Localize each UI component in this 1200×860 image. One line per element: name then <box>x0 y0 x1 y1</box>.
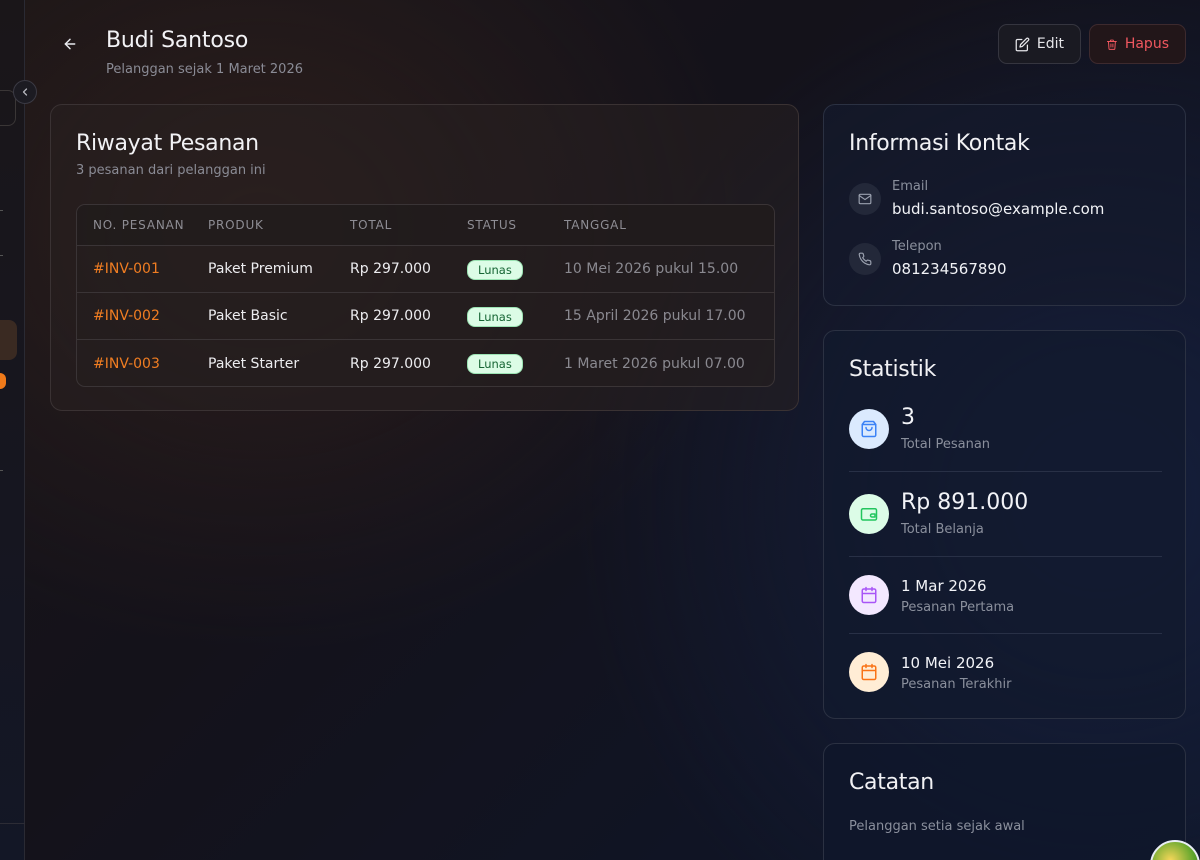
order-date: 10 Mei 2026 pukul 15.00 <box>564 261 739 277</box>
orders-table: NO. PESANAN PRODUK TOTAL STATUS TANGGAL … <box>76 204 775 387</box>
order-history-description: 3 pesanan dari pelanggan ini <box>76 163 266 178</box>
sidebar-tick <box>0 210 3 211</box>
status-badge: Lunas <box>467 354 523 374</box>
column-header: STATUS <box>467 218 517 232</box>
trash-icon <box>1106 39 1117 50</box>
page-subtitle: Pelanggan sejak 1 Maret 2026 <box>106 62 303 77</box>
divider <box>849 471 1162 472</box>
back-button[interactable] <box>56 30 84 58</box>
order-total: Rp 297.000 <box>350 355 431 372</box>
calendar-icon <box>849 575 889 615</box>
sidebar-collapse-button[interactable] <box>13 80 37 104</box>
order-id-link[interactable]: #INV-002 <box>77 308 208 324</box>
mail-icon <box>849 183 881 215</box>
order-history-card: Riwayat Pesanan 3 pesanan dari pelanggan… <box>50 104 799 411</box>
column-header: TOTAL <box>350 218 393 232</box>
statistics-card: Statistik 3 Total Pesanan Rp 891.000 Tot… <box>823 330 1186 719</box>
email-label: Email <box>892 179 929 194</box>
divider <box>849 556 1162 557</box>
sidebar-notification-dot <box>0 373 6 389</box>
stat-value: 3 <box>901 405 915 430</box>
calendar-icon <box>849 652 889 692</box>
sidebar <box>0 0 25 860</box>
order-product: Paket Starter <box>208 355 300 372</box>
table-header: NO. PESANAN PRODUK TOTAL STATUS TANGGAL <box>77 205 774 246</box>
edit-icon <box>1015 37 1030 51</box>
page-title: Budi Santoso <box>106 28 249 53</box>
sidebar-divider <box>0 823 25 824</box>
order-date: 1 Maret 2026 pukul 07.00 <box>564 355 745 372</box>
order-status-cell: Lunas <box>467 306 564 327</box>
delete-button[interactable]: Hapus <box>1089 24 1186 64</box>
shopping-bag-icon <box>849 409 889 449</box>
table-row[interactable]: #INV-002 Paket Basic Rp 297.000 Lunas 15… <box>77 293 774 340</box>
sidebar-item-active[interactable] <box>0 320 17 360</box>
column-header: TANGGAL <box>564 218 627 232</box>
contact-info-card: Informasi Kontak Email budi.santoso@exam… <box>823 104 1186 306</box>
stat-label: Total Belanja <box>901 522 984 537</box>
statistics-title: Statistik <box>849 357 937 382</box>
stat-label: Pesanan Pertama <box>901 600 1015 615</box>
order-id-link[interactable]: #INV-003 <box>77 356 208 372</box>
stat-label: Total Pesanan <box>901 437 991 452</box>
chevron-left-icon <box>22 88 28 96</box>
notes-text: Pelanggan setia sejak awal <box>849 819 1025 834</box>
edit-button[interactable]: Edit <box>998 24 1081 64</box>
stat-value: 1 Mar 2026 <box>901 577 987 595</box>
column-header: PRODUK <box>208 218 264 232</box>
order-total: Rp 297.000 <box>350 308 431 324</box>
notes-title: Catatan <box>849 770 934 795</box>
divider <box>849 633 1162 634</box>
table-row[interactable]: #INV-001 Paket Premium Rp 297.000 Lunas … <box>77 246 774 293</box>
phone-icon <box>849 243 881 275</box>
phone-label: Telepon <box>892 239 942 254</box>
order-product: Paket Basic <box>208 308 288 324</box>
contact-info-title: Informasi Kontak <box>849 131 1030 156</box>
order-date: 15 April 2026 pukul 17.00 <box>564 308 746 324</box>
wallet-icon <box>849 494 889 534</box>
email-value[interactable]: budi.santoso@example.com <box>892 200 1104 218</box>
delete-button-label: Hapus <box>1124 36 1169 52</box>
stat-value: Rp 891.000 <box>901 490 1029 515</box>
order-history-title: Riwayat Pesanan <box>76 131 259 156</box>
sidebar-tick <box>0 255 3 256</box>
status-badge: Lunas <box>467 306 523 327</box>
stat-value: 10 Mei 2026 <box>901 654 995 672</box>
sidebar-tick <box>0 470 3 471</box>
edit-button-label: Edit <box>1036 36 1064 52</box>
order-status-cell: Lunas <box>467 353 564 374</box>
arrow-left-icon <box>64 38 76 50</box>
table-row[interactable]: #INV-003 Paket Starter Rp 297.000 Lunas … <box>77 340 774 386</box>
status-badge: Lunas <box>467 259 523 280</box>
stat-label: Pesanan Terakhir <box>901 677 1012 692</box>
order-status-cell: Lunas <box>467 259 564 280</box>
order-product: Paket Premium <box>208 261 313 277</box>
notes-card: Catatan Pelanggan setia sejak awal <box>823 743 1186 860</box>
phone-value[interactable]: 081234567890 <box>892 260 1007 278</box>
order-id-link[interactable]: #INV-001 <box>77 261 208 277</box>
order-total: Rp 297.000 <box>350 261 431 277</box>
column-header: NO. PESANAN <box>93 218 185 232</box>
